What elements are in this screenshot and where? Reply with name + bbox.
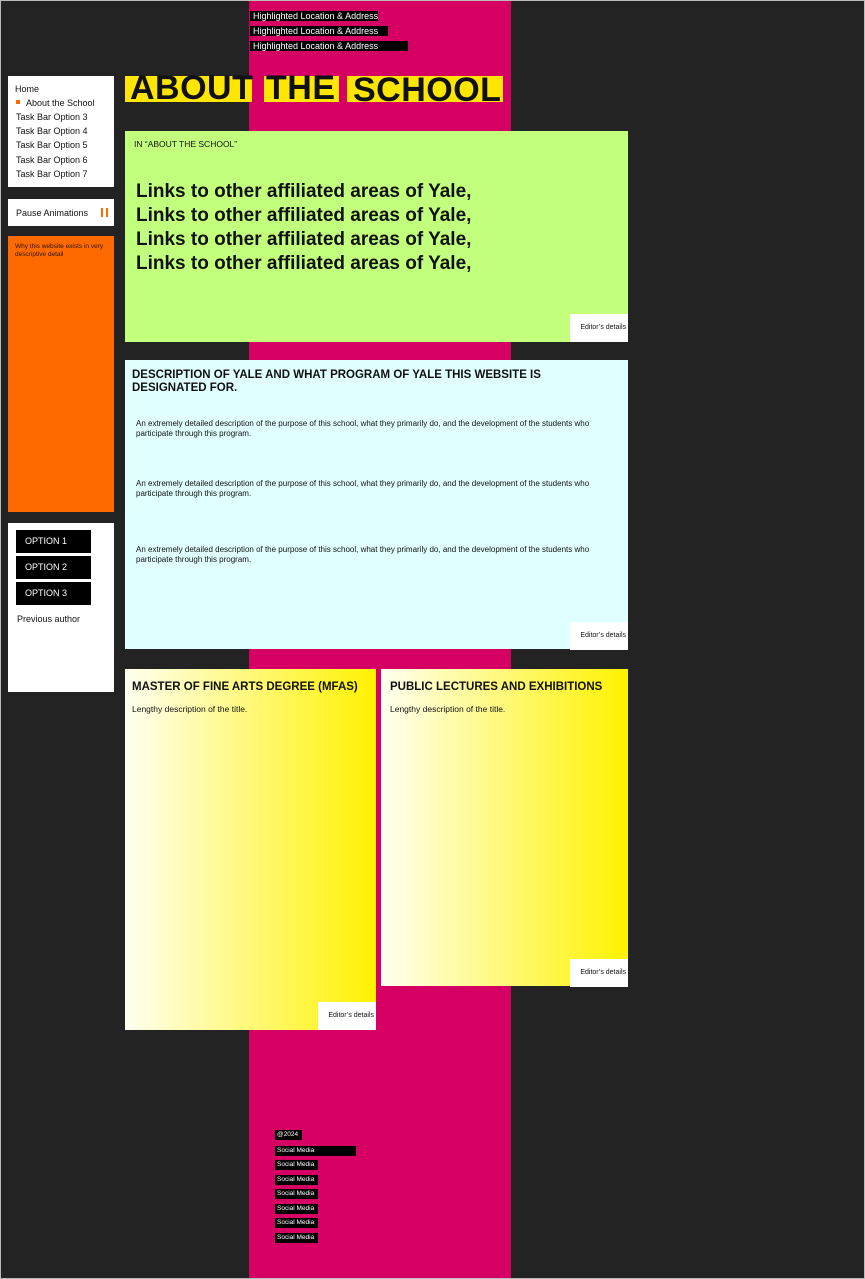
affiliated-link[interactable]: Links to other affiliated areas of Yale, bbox=[136, 253, 471, 275]
sidebar-item-about[interactable]: About the School bbox=[26, 98, 95, 109]
pause-animations-label: Pause Animations bbox=[16, 208, 89, 218]
why-text: Why this website exists in very descript… bbox=[15, 243, 104, 258]
page-title-word: THE bbox=[264, 71, 339, 105]
sidebar-item-option-3[interactable]: Task Bar Option 3 bbox=[16, 112, 88, 123]
description-heading: DESCRIPTION OF YALE AND WHAT PROGRAM OF … bbox=[132, 369, 541, 394]
description-paragraph: An extremely detailed description of the… bbox=[136, 419, 590, 438]
pause-animations-button[interactable]: Pause Animations bbox=[8, 199, 114, 226]
social-media-link[interactable]: Social Media bbox=[275, 1233, 318, 1243]
sidebar-nav: Home About the School Task Bar Option 3 … bbox=[8, 76, 114, 187]
affiliated-links-panel: IN “ABOUT THE SCHOOL” Links to other aff… bbox=[125, 131, 628, 342]
option-3-button[interactable]: OPTION 3 bbox=[16, 582, 91, 605]
mfa-card: MASTER OF FINE ARTS DEGREE (MFAS) Length… bbox=[125, 669, 376, 1030]
active-indicator-icon bbox=[16, 100, 20, 104]
card-description: Lengthy description of the title. bbox=[390, 704, 506, 714]
pause-icon[interactable] bbox=[101, 208, 108, 218]
option-1-button[interactable]: OPTION 1 bbox=[16, 530, 91, 553]
description-panel: DESCRIPTION OF YALE AND WHAT PROGRAM OF … bbox=[125, 360, 628, 650]
editors-details-button[interactable]: Editor’s details bbox=[570, 959, 628, 987]
address-tag[interactable]: Highlighted Location & Address bbox=[250, 26, 388, 36]
description-paragraph: An extremely detailed description of the… bbox=[136, 479, 590, 498]
sidebar-item-option-4[interactable]: Task Bar Option 4 bbox=[16, 126, 88, 137]
editors-details-button[interactable]: Editor’s details bbox=[570, 314, 628, 342]
page-title-word: SCHOOL bbox=[347, 73, 503, 107]
option-2-button[interactable]: OPTION 2 bbox=[16, 556, 91, 579]
sidebar-item-option-5[interactable]: Task Bar Option 5 bbox=[16, 140, 88, 151]
options-panel: OPTION 1 OPTION 2 OPTION 3 Previous auth… bbox=[8, 523, 114, 692]
sidebar-item-option-6[interactable]: Task Bar Option 6 bbox=[16, 155, 88, 166]
card-heading: MASTER OF FINE ARTS DEGREE (MFAS) bbox=[132, 681, 358, 693]
previous-author-link[interactable]: Previous author bbox=[17, 614, 80, 625]
social-media-link[interactable]: Social Media bbox=[275, 1218, 318, 1228]
sidebar-item-option-7[interactable]: Task Bar Option 7 bbox=[16, 169, 88, 180]
page-title-word: ABOUT bbox=[125, 71, 253, 105]
social-media-link[interactable]: Social Media bbox=[275, 1160, 318, 1170]
affiliated-link[interactable]: Links to other affiliated areas of Yale, bbox=[136, 205, 471, 227]
affiliated-link[interactable]: Links to other affiliated areas of Yale, bbox=[136, 229, 471, 251]
why-panel: Why this website exists in very descript… bbox=[8, 236, 114, 512]
editors-details-button[interactable]: Editor’s details bbox=[318, 1002, 376, 1030]
address-tag[interactable]: Highlighted Location & Address bbox=[250, 41, 408, 51]
editors-details-button[interactable]: Editor’s details bbox=[570, 622, 628, 650]
card-heading: PUBLIC LECTURES AND EXHIBITIONS bbox=[390, 681, 603, 693]
description-paragraph: An extremely detailed description of the… bbox=[136, 545, 590, 564]
sidebar-item-home[interactable]: Home bbox=[15, 84, 39, 95]
social-media-link[interactable]: Social Media bbox=[275, 1204, 318, 1214]
social-media-link[interactable]: Social Media bbox=[275, 1175, 318, 1185]
address-tag[interactable]: Highlighted Location & Address bbox=[250, 11, 378, 21]
copyright-label: @2024 bbox=[275, 1130, 302, 1140]
affiliated-link[interactable]: Links to other affiliated areas of Yale, bbox=[136, 181, 471, 203]
card-description: Lengthy description of the title. bbox=[132, 704, 248, 714]
social-media-link[interactable]: Social Media bbox=[275, 1189, 318, 1199]
lectures-card: PUBLIC LECTURES AND EXHIBITIONS Lengthy … bbox=[381, 669, 628, 987]
social-media-link[interactable]: Social Media bbox=[275, 1146, 356, 1156]
section-kicker: IN “ABOUT THE SCHOOL” bbox=[134, 139, 238, 149]
